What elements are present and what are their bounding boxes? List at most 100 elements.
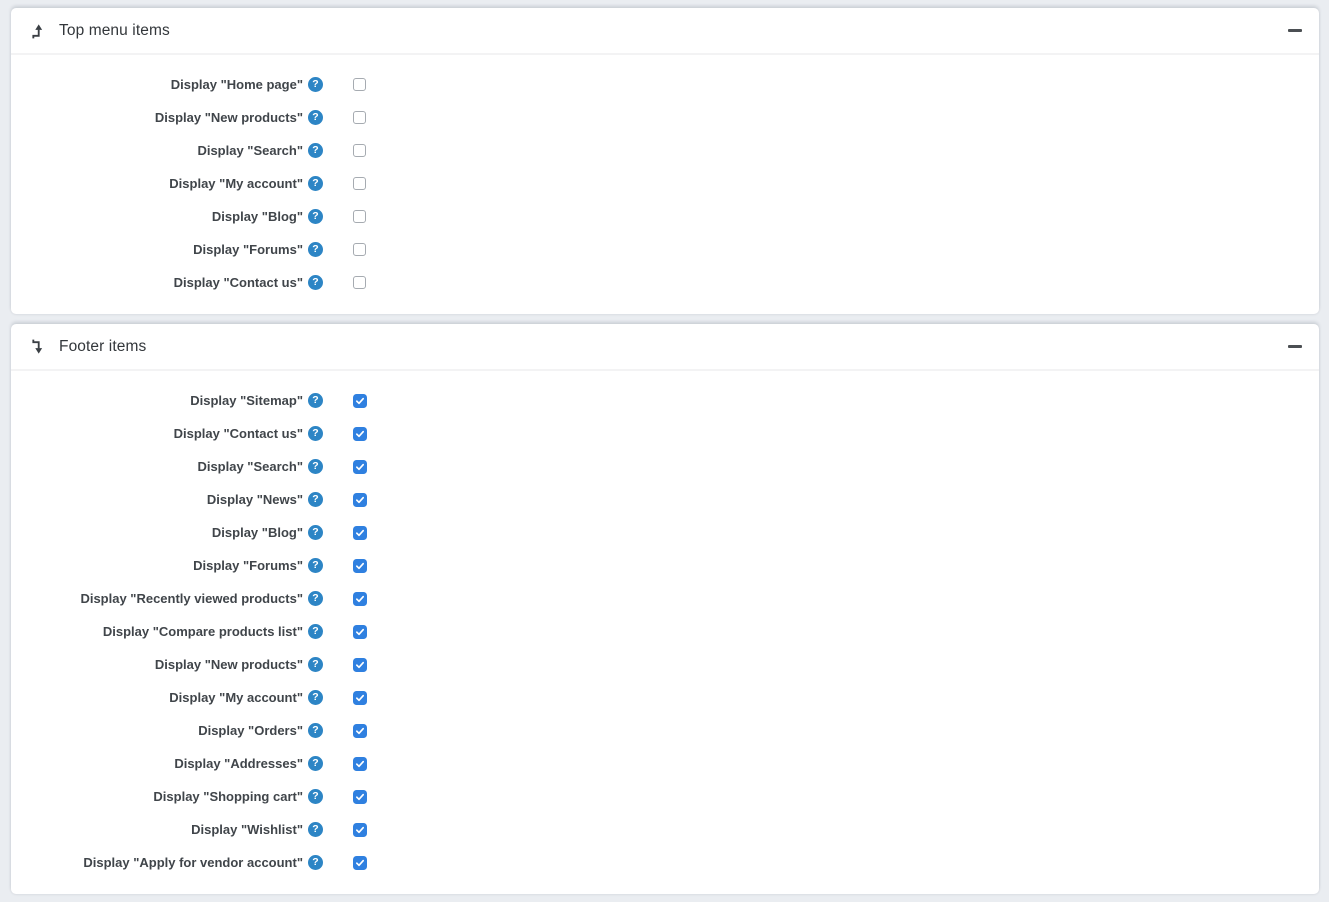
setting-row: Display "Compare products list" ? [11, 615, 1319, 648]
setting-row: Display "Contact us" ? [11, 417, 1319, 450]
question-circle-icon[interactable]: ? [308, 77, 323, 92]
panel-body: Display "Home page" ? Display "New produ… [11, 55, 1319, 314]
setting-row: Display "Recently viewed products" ? [11, 582, 1319, 615]
setting-checkbox[interactable] [353, 427, 367, 441]
question-circle-icon[interactable]: ? [308, 275, 323, 290]
question-circle-icon[interactable]: ? [308, 591, 323, 606]
setting-checkbox[interactable] [353, 790, 367, 804]
setting-row: Display "Orders" ? [11, 714, 1319, 747]
setting-label: Display "Search" [197, 459, 303, 474]
setting-label: Display "Forums" [193, 558, 303, 573]
setting-row: Display "New products" ? [11, 648, 1319, 681]
setting-row: Display "Sitemap" ? [11, 384, 1319, 417]
setting-row: Display "Wishlist" ? [11, 813, 1319, 846]
collapse-panel-button[interactable] [1288, 24, 1302, 38]
question-circle-icon[interactable]: ? [308, 459, 323, 474]
setting-checkbox[interactable] [353, 177, 366, 190]
setting-checkbox[interactable] [353, 592, 367, 606]
setting-checkbox[interactable] [353, 856, 367, 870]
setting-label-column: Display "Forums" ? [11, 558, 323, 573]
setting-label: Display "New products" [155, 110, 303, 125]
question-circle-icon[interactable]: ? [308, 624, 323, 639]
setting-label-column: Display "Blog" ? [11, 525, 323, 540]
panel-footer-items: Footer items Display "Sitemap" ? Display… [11, 324, 1319, 894]
setting-row: Display "Forums" ? [11, 549, 1319, 582]
setting-label-column: Display "Addresses" ? [11, 756, 323, 771]
setting-label-column: Display "Search" ? [11, 143, 323, 158]
collapse-panel-button[interactable] [1288, 340, 1302, 354]
setting-label: Display "Compare products list" [103, 624, 303, 639]
setting-checkbox[interactable] [353, 144, 366, 157]
setting-checkbox[interactable] [353, 625, 367, 639]
panel-body: Display "Sitemap" ? Display "Contact us"… [11, 371, 1319, 894]
question-circle-icon[interactable]: ? [308, 242, 323, 257]
setting-row: Display "Blog" ? [11, 200, 1319, 233]
setting-label-column: Display "Compare products list" ? [11, 624, 323, 639]
setting-checkbox[interactable] [353, 559, 367, 573]
setting-label-column: Display "Orders" ? [11, 723, 323, 738]
setting-label: Display "Home page" [171, 77, 303, 92]
setting-label-column: Display "New products" ? [11, 110, 323, 125]
setting-label-column: Display "Sitemap" ? [11, 393, 323, 408]
question-circle-icon[interactable]: ? [308, 209, 323, 224]
level-up-icon [30, 23, 44, 39]
setting-row: Display "My account" ? [11, 681, 1319, 714]
setting-row: Display "Home page" ? [11, 68, 1319, 101]
setting-label-column: Display "My account" ? [11, 690, 323, 705]
setting-checkbox[interactable] [353, 691, 367, 705]
question-circle-icon[interactable]: ? [308, 176, 323, 191]
setting-row: Display "New products" ? [11, 101, 1319, 134]
question-circle-icon[interactable]: ? [308, 426, 323, 441]
question-circle-icon[interactable]: ? [308, 143, 323, 158]
setting-label: Display "New products" [155, 657, 303, 672]
setting-row: Display "Shopping cart" ? [11, 780, 1319, 813]
setting-label-column: Display "Blog" ? [11, 209, 323, 224]
setting-checkbox[interactable] [353, 276, 366, 289]
question-circle-icon[interactable]: ? [308, 855, 323, 870]
setting-checkbox[interactable] [353, 823, 367, 837]
setting-checkbox[interactable] [353, 757, 367, 771]
question-circle-icon[interactable]: ? [308, 492, 323, 507]
setting-row: Display "News" ? [11, 483, 1319, 516]
setting-checkbox[interactable] [353, 526, 367, 540]
question-circle-icon[interactable]: ? [308, 110, 323, 125]
setting-row: Display "My account" ? [11, 167, 1319, 200]
setting-label: Display "Orders" [198, 723, 303, 738]
question-circle-icon[interactable]: ? [308, 525, 323, 540]
setting-label: Display "Sitemap" [190, 393, 303, 408]
setting-label: Display "Contact us" [174, 426, 303, 441]
setting-checkbox[interactable] [353, 658, 367, 672]
question-circle-icon[interactable]: ? [308, 657, 323, 672]
setting-checkbox[interactable] [353, 210, 366, 223]
question-circle-icon[interactable]: ? [308, 690, 323, 705]
setting-label: Display "Addresses" [174, 756, 303, 771]
setting-row: Display "Addresses" ? [11, 747, 1319, 780]
setting-checkbox[interactable] [353, 724, 367, 738]
setting-checkbox[interactable] [353, 394, 367, 408]
question-circle-icon[interactable]: ? [308, 393, 323, 408]
setting-checkbox[interactable] [353, 78, 366, 91]
level-down-icon [30, 339, 44, 355]
setting-label: Display "Search" [197, 143, 303, 158]
setting-checkbox[interactable] [353, 111, 366, 124]
question-circle-icon[interactable]: ? [308, 789, 323, 804]
setting-label-column: Display "Shopping cart" ? [11, 789, 323, 804]
panel-header: Footer items [11, 324, 1319, 371]
question-circle-icon[interactable]: ? [308, 558, 323, 573]
setting-checkbox[interactable] [353, 243, 366, 256]
setting-label-column: Display "News" ? [11, 492, 323, 507]
question-circle-icon[interactable]: ? [308, 756, 323, 771]
panel-header: Top menu items [11, 8, 1319, 55]
setting-row: Display "Blog" ? [11, 516, 1319, 549]
setting-label-column: Display "Apply for vendor account" ? [11, 855, 323, 870]
question-circle-icon[interactable]: ? [308, 723, 323, 738]
setting-label-column: Display "Home page" ? [11, 77, 323, 92]
setting-label: Display "Recently viewed products" [80, 591, 303, 606]
setting-checkbox[interactable] [353, 460, 367, 474]
question-circle-icon[interactable]: ? [308, 822, 323, 837]
setting-label: Display "Forums" [193, 242, 303, 257]
setting-row: Display "Search" ? [11, 450, 1319, 483]
setting-label: Display "Contact us" [174, 275, 303, 290]
setting-checkbox[interactable] [353, 493, 367, 507]
setting-label-column: Display "Search" ? [11, 459, 323, 474]
